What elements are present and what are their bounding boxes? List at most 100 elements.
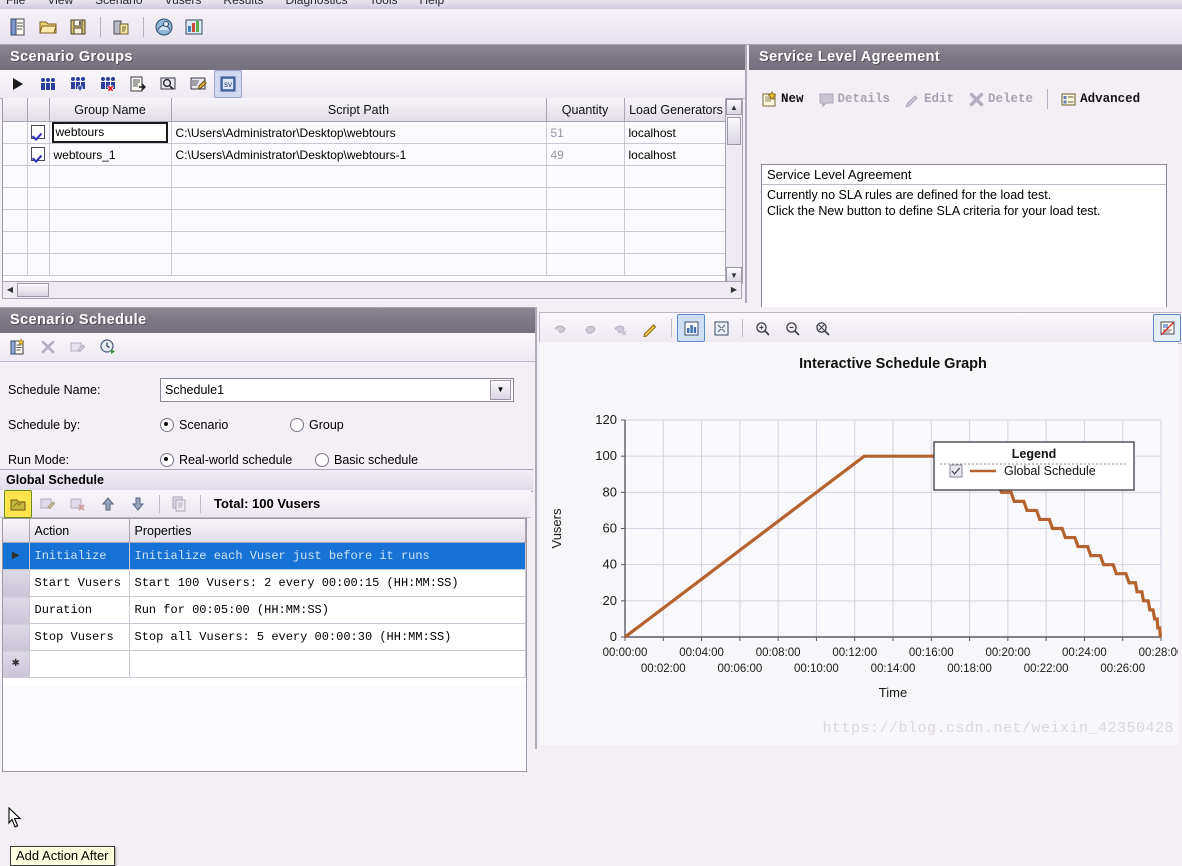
run-mode-realworld-radio[interactable]: Real-world schedule: [160, 452, 315, 467]
action-row-marker[interactable]: [3, 623, 30, 651]
cell-group-name[interactable]: webtours: [49, 121, 172, 144]
menu-item-help[interactable]: Help: [419, 0, 444, 7]
gs-col-header-properties[interactable]: Properties: [129, 519, 526, 543]
menu-item-scenario[interactable]: Scenario: [95, 0, 142, 7]
row-selector[interactable]: [3, 165, 28, 188]
menu-item-tools[interactable]: Tools: [369, 0, 397, 7]
action-row[interactable]: Duration Run for 00:05:00 (HH:MM:SS): [3, 596, 526, 624]
fit-to-window-icon[interactable]: [707, 314, 735, 342]
table-row-empty[interactable]: [3, 209, 727, 232]
row-checkbox[interactable]: [31, 125, 45, 139]
run-mode-basic-radio[interactable]: Basic schedule: [315, 452, 418, 467]
cell-quantity[interactable]: 49: [546, 143, 625, 166]
group-name-editor[interactable]: webtours: [51, 121, 168, 143]
scroll-left-arrow[interactable]: ◀: [3, 282, 17, 296]
row-selector[interactable]: [3, 209, 28, 232]
row-selector[interactable]: [3, 231, 28, 254]
delete-action-icon[interactable]: [64, 490, 92, 518]
reports-icon[interactable]: [107, 13, 135, 41]
analysis-icon[interactable]: [180, 13, 208, 41]
chevron-down-icon[interactable]: ▼: [490, 379, 511, 400]
sla-edit-button[interactable]: Edit: [904, 91, 954, 108]
scenario-groups-vertical-scrollbar[interactable]: ▲ ▼: [725, 98, 743, 284]
action-row-marker[interactable]: ✱: [3, 650, 30, 678]
menu-item-view[interactable]: View: [47, 0, 73, 7]
edit-graph-icon[interactable]: [636, 314, 664, 342]
row-selector[interactable]: [3, 121, 28, 144]
row-checkbox-cell[interactable]: [27, 143, 50, 166]
action-row[interactable]: ▶ Initialize Initialize each Vuser just be…: [3, 542, 526, 570]
start-scenario-icon[interactable]: [4, 70, 32, 98]
scroll-up-arrow[interactable]: ▲: [726, 99, 742, 115]
zoom-prev-icon[interactable]: [546, 314, 574, 342]
cell-script-path[interactable]: C:\Users\Administrator\Desktop\webtours: [171, 121, 547, 144]
zoom-reset-icon[interactable]: [808, 314, 836, 342]
remove-vusers-icon[interactable]: [94, 70, 122, 98]
add-vusers-icon[interactable]: [64, 70, 92, 98]
scenario-groups-grid[interactable]: Group Name Script Path Quantity Load Gen…: [2, 98, 728, 283]
sla-details-button[interactable]: Details: [818, 91, 890, 108]
cell-load-generators[interactable]: localhost: [624, 143, 727, 166]
pan-icon[interactable]: [576, 314, 604, 342]
group-details-icon[interactable]: [124, 70, 152, 98]
save-scenario-icon[interactable]: [64, 13, 92, 41]
col-header-quantity[interactable]: Quantity: [546, 98, 625, 122]
cell-action[interactable]: Start Vusers: [29, 569, 130, 597]
action-row-marker[interactable]: [3, 569, 30, 597]
view-script-icon[interactable]: [154, 70, 182, 98]
legend-checkbox[interactable]: [949, 464, 963, 478]
sla-advanced-button[interactable]: Advanced: [1060, 91, 1140, 108]
zoom-in-icon[interactable]: [748, 314, 776, 342]
action-row-marker[interactable]: ▶: [3, 542, 30, 570]
diagnostics-icon[interactable]: [150, 13, 178, 41]
col-header-group-name[interactable]: Group Name: [49, 98, 172, 122]
cell-action[interactable]: Duration: [29, 596, 130, 624]
row-selector[interactable]: [3, 253, 28, 276]
copy-action-icon[interactable]: [165, 490, 193, 518]
cell-properties[interactable]: Run for 00:05:00 (HH:MM:SS): [129, 596, 526, 624]
row-selector[interactable]: [3, 187, 28, 210]
new-action-row[interactable]: ✱: [3, 650, 526, 678]
move-up-icon[interactable]: [94, 490, 122, 518]
cell-action[interactable]: Initialize: [29, 542, 130, 570]
schedule-by-group-radio[interactable]: Group: [290, 417, 344, 432]
clear-zoom-icon[interactable]: [606, 314, 634, 342]
grid-view-icon[interactable]: [677, 314, 705, 342]
action-row-marker[interactable]: [3, 596, 30, 624]
action-row[interactable]: Stop Vusers Stop all Vusers: 5 every 00:0…: [3, 623, 526, 651]
new-scenario-icon[interactable]: [4, 13, 32, 41]
table-row[interactable]: webtours_1 C:\Users\Administrator\Desktop…: [3, 143, 727, 166]
table-row-empty[interactable]: [3, 187, 727, 210]
hscroll-thumb[interactable]: [17, 283, 49, 297]
cell-group-name[interactable]: webtours_1: [49, 143, 172, 166]
delete-schedule-icon[interactable]: [34, 333, 62, 361]
run-schedule-icon[interactable]: [94, 333, 122, 361]
detach-graph-icon[interactable]: [1153, 314, 1181, 342]
menu-item-results[interactable]: Results: [223, 0, 263, 7]
vusers-icon[interactable]: [34, 70, 62, 98]
action-row[interactable]: Start Vusers Start 100 Vusers: 2 every 00…: [3, 569, 526, 597]
row-checkbox[interactable]: [31, 147, 45, 161]
col-header-load-generators[interactable]: Load Generators: [624, 98, 727, 122]
scroll-right-arrow[interactable]: ▶: [727, 282, 741, 296]
edit-action-icon[interactable]: [34, 490, 62, 518]
menu-item-file[interactable]: File: [6, 0, 25, 7]
menu-item-vusers[interactable]: Vusers: [165, 0, 202, 7]
menu-item-diagnostics[interactable]: Diagnostics: [285, 0, 347, 7]
move-down-icon[interactable]: [124, 490, 152, 518]
new-schedule-icon[interactable]: [4, 333, 32, 361]
col-header-script-path[interactable]: Script Path: [171, 98, 547, 122]
cell-properties[interactable]: Start 100 Vusers: 2 every 00:00:15 (HH:M…: [129, 569, 526, 597]
cell-action[interactable]: Stop Vusers: [29, 623, 130, 651]
row-checkbox-cell[interactable]: [27, 121, 50, 144]
schedule-by-scenario-radio[interactable]: Scenario: [160, 417, 290, 432]
cell-properties[interactable]: Initialize each Vuser just before it run…: [129, 542, 526, 570]
global-schedule-grid[interactable]: Action Properties ▶ Initialize Initialize …: [2, 518, 527, 688]
cell-load-generators[interactable]: localhost: [624, 121, 727, 144]
cell-action[interactable]: [29, 650, 130, 678]
cell-script-path[interactable]: C:\Users\Administrator\Desktop\webtours-…: [171, 143, 547, 166]
gs-col-header-action[interactable]: Action: [29, 519, 130, 543]
cell-quantity[interactable]: 51: [546, 121, 625, 144]
cell-properties[interactable]: Stop all Vusers: 5 every 00:00:30 (HH:MM…: [129, 623, 526, 651]
sla-new-button[interactable]: New: [761, 90, 804, 108]
